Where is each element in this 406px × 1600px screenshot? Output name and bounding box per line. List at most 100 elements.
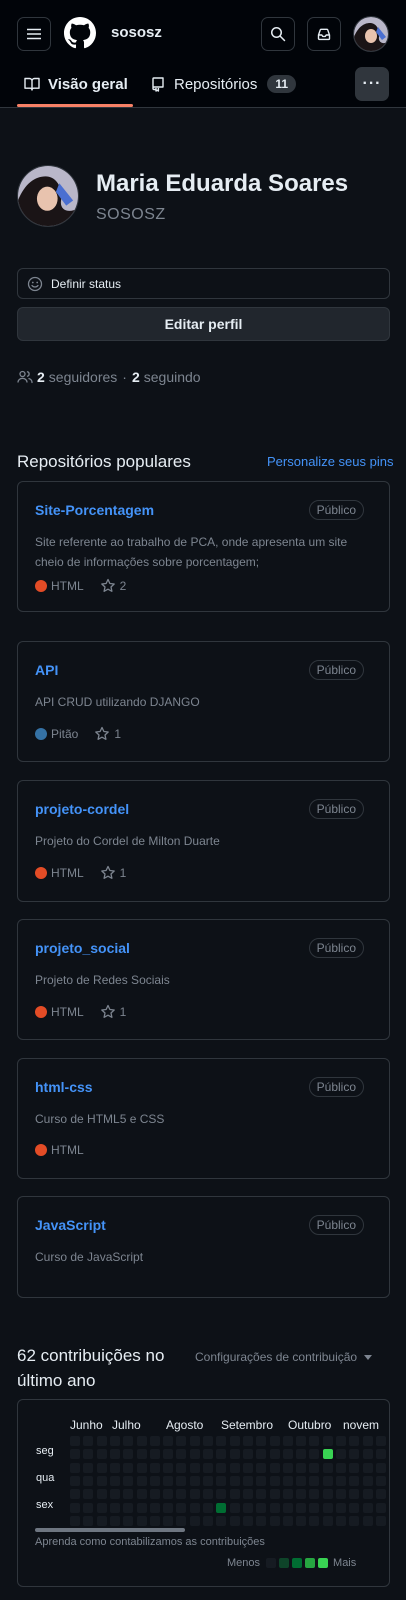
contribution-day-cell[interactable]: [109, 1489, 120, 1500]
contribution-day-cell[interactable]: [216, 1502, 227, 1513]
contribution-day-cell[interactable]: [336, 1489, 346, 1500]
contribution-day-cell[interactable]: [189, 1489, 200, 1500]
contribution-day-cell[interactable]: [189, 1502, 200, 1513]
contribution-day-cell[interactable]: [322, 1475, 333, 1486]
contribution-day-cell[interactable]: [163, 1436, 174, 1446]
contribution-day-cell[interactable]: [242, 1502, 253, 1513]
contribution-day-cell[interactable]: [349, 1515, 360, 1526]
contribution-day-cell[interactable]: [296, 1515, 307, 1526]
contribution-day-cell[interactable]: [309, 1489, 320, 1500]
contribution-day-cell[interactable]: [256, 1449, 267, 1460]
contribution-day-cell[interactable]: [296, 1462, 307, 1473]
contribution-day-cell[interactable]: [123, 1436, 134, 1446]
contribution-day-cell[interactable]: [282, 1475, 293, 1486]
contribution-day-cell[interactable]: [242, 1449, 253, 1460]
contribution-day-cell[interactable]: [229, 1475, 240, 1486]
more-options-button[interactable]: ···: [355, 67, 389, 101]
contribution-day-cell[interactable]: [269, 1515, 280, 1526]
repo-stars[interactable]: 1: [94, 726, 121, 742]
contribution-day-cell[interactable]: [189, 1515, 200, 1526]
contribution-day-cell[interactable]: [83, 1449, 94, 1460]
contribution-day-cell[interactable]: [336, 1436, 346, 1446]
repo-stars[interactable]: 1: [100, 1004, 126, 1020]
followers-count[interactable]: 2: [37, 369, 45, 385]
contribution-day-cell[interactable]: [203, 1449, 213, 1460]
contribution-day-cell[interactable]: [242, 1515, 253, 1526]
tab-repositories[interactable]: Repositórios 11: [150, 73, 297, 95]
contribution-day-cell[interactable]: [242, 1436, 253, 1446]
contribution-day-cell[interactable]: [123, 1449, 134, 1460]
search-button[interactable]: [261, 17, 295, 51]
contribution-day-cell[interactable]: [149, 1515, 160, 1526]
following-label[interactable]: seguindo: [144, 369, 201, 385]
contribution-day-cell[interactable]: [149, 1436, 160, 1446]
contribution-day-cell[interactable]: [70, 1449, 80, 1460]
contribution-day-cell[interactable]: [269, 1449, 280, 1460]
contribution-day-cell[interactable]: [322, 1436, 333, 1446]
contribution-day-cell[interactable]: [96, 1502, 107, 1513]
contribution-day-cell[interactable]: [362, 1436, 373, 1446]
contribution-day-cell[interactable]: [256, 1475, 267, 1486]
contribution-day-cell[interactable]: [163, 1449, 174, 1460]
contribution-day-cell[interactable]: [336, 1502, 346, 1513]
contribution-day-cell[interactable]: [109, 1449, 120, 1460]
contribution-day-cell[interactable]: [136, 1462, 147, 1473]
contribution-day-cell[interactable]: [163, 1475, 174, 1486]
contribution-day-cell[interactable]: [109, 1436, 120, 1446]
contribution-day-cell[interactable]: [83, 1462, 94, 1473]
contribution-day-cell[interactable]: [216, 1449, 227, 1460]
contribution-day-cell[interactable]: [70, 1489, 80, 1500]
contribution-day-cell[interactable]: [349, 1489, 360, 1500]
contribution-day-cell[interactable]: [189, 1462, 200, 1473]
contribution-day-cell[interactable]: [322, 1489, 333, 1500]
contribution-day-cell[interactable]: [109, 1462, 120, 1473]
contribution-day-cell[interactable]: [349, 1462, 360, 1473]
contribution-day-cell[interactable]: [336, 1449, 346, 1460]
contribution-day-cell[interactable]: [149, 1502, 160, 1513]
contribution-day-cell[interactable]: [256, 1502, 267, 1513]
contribution-day-cell[interactable]: [216, 1475, 227, 1486]
contribution-day-cell[interactable]: [229, 1462, 240, 1473]
contribution-day-cell[interactable]: [349, 1475, 360, 1486]
contribution-day-cell[interactable]: [149, 1475, 160, 1486]
contribution-day-cell[interactable]: [256, 1489, 267, 1500]
contribution-day-cell[interactable]: [362, 1515, 373, 1526]
contribution-day-cell[interactable]: [362, 1489, 373, 1500]
contribution-day-cell[interactable]: [309, 1515, 320, 1526]
contribution-day-cell[interactable]: [375, 1475, 386, 1486]
contribution-day-cell[interactable]: [189, 1449, 200, 1460]
repo-stars[interactable]: 1: [100, 865, 126, 881]
contribution-day-cell[interactable]: [256, 1436, 267, 1446]
contribution-day-cell[interactable]: [322, 1502, 333, 1513]
contribution-day-cell[interactable]: [375, 1449, 386, 1460]
contribution-day-cell[interactable]: [375, 1462, 386, 1473]
graph-scrollbar[interactable]: [35, 1528, 185, 1532]
contribution-day-cell[interactable]: [296, 1436, 307, 1446]
contribution-day-cell[interactable]: [362, 1475, 373, 1486]
contribution-day-cell[interactable]: [70, 1462, 80, 1473]
contribution-day-cell[interactable]: [163, 1502, 174, 1513]
repo-name-link[interactable]: projeto_social: [35, 940, 130, 956]
following-count[interactable]: 2: [132, 369, 140, 385]
contribution-day-cell[interactable]: [203, 1462, 213, 1473]
contribution-day-cell[interactable]: [203, 1515, 213, 1526]
contribution-day-cell[interactable]: [70, 1515, 80, 1526]
contribution-day-cell[interactable]: [256, 1515, 267, 1526]
customize-pins-link[interactable]: Personalize seus pins: [267, 454, 393, 469]
contribution-day-cell[interactable]: [176, 1462, 187, 1473]
contribution-day-cell[interactable]: [163, 1462, 174, 1473]
contribution-day-cell[interactable]: [349, 1449, 360, 1460]
contribution-day-cell[interactable]: [309, 1436, 320, 1446]
contribution-day-cell[interactable]: [136, 1436, 147, 1446]
profile-avatar[interactable]: [17, 165, 79, 227]
contribution-day-cell[interactable]: [309, 1475, 320, 1486]
contribution-day-cell[interactable]: [136, 1449, 147, 1460]
contribution-day-cell[interactable]: [123, 1462, 134, 1473]
contribution-day-cell[interactable]: [123, 1515, 134, 1526]
github-logo-icon[interactable]: [64, 17, 96, 49]
contribution-day-cell[interactable]: [375, 1502, 386, 1513]
followers-label[interactable]: seguidores: [49, 369, 118, 385]
contribution-day-cell[interactable]: [216, 1436, 227, 1446]
contribution-day-cell[interactable]: [83, 1489, 94, 1500]
contribution-day-cell[interactable]: [136, 1489, 147, 1500]
